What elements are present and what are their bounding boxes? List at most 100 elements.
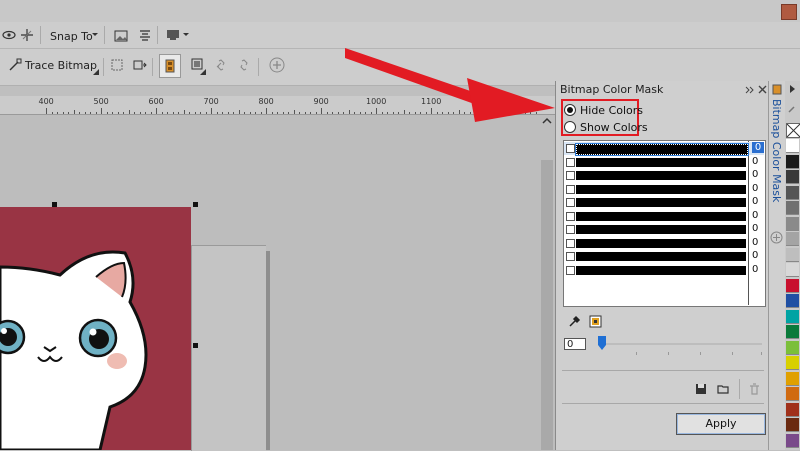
color-row-checkbox[interactable] — [566, 252, 575, 261]
ruler-tick — [321, 108, 322, 114]
color-row[interactable]: 0 — [564, 196, 764, 209]
color-swatch-bar[interactable] — [576, 198, 746, 207]
color-swatch-bar[interactable] — [576, 225, 746, 234]
hide-colors-radio[interactable] — [564, 104, 576, 116]
color-row[interactable]: 0 — [564, 250, 764, 263]
palette-swatch[interactable] — [786, 294, 799, 308]
color-swatch-bar[interactable] — [576, 265, 746, 275]
open-mask-icon[interactable] — [717, 383, 729, 395]
color-row[interactable]: 0 — [564, 210, 764, 223]
link-icon[interactable] — [214, 58, 228, 72]
color-row[interactable]: 0 — [564, 223, 764, 236]
dropdown-corner-icon[interactable] — [93, 69, 99, 75]
dynamic-guides-icon[interactable] — [20, 28, 34, 42]
color-swatch-bar[interactable] — [576, 252, 746, 261]
color-row[interactable]: 0 — [564, 142, 764, 156]
selection-handle[interactable] — [193, 343, 198, 348]
chevron-down-icon[interactable] — [91, 31, 99, 39]
palette-swatch[interactable] — [786, 278, 799, 293]
close-icon[interactable] — [758, 85, 767, 94]
palette-swatch[interactable] — [786, 139, 799, 153]
image-icon[interactable] — [114, 29, 128, 43]
color-row[interactable]: 0 — [564, 237, 764, 250]
color-row[interactable]: 0 — [564, 169, 764, 182]
color-swatch-bar[interactable] — [575, 143, 749, 156]
save-mask-icon[interactable] — [695, 383, 707, 395]
color-row-checkbox[interactable] — [566, 144, 575, 153]
color-row[interactable]: 0 — [564, 156, 764, 169]
palette-swatch[interactable] — [786, 309, 799, 324]
dropdown-corner-icon[interactable] — [200, 69, 206, 75]
bitmap-color-mask-button[interactable] — [159, 54, 181, 78]
palette-swatch[interactable] — [786, 170, 799, 184]
eyedropper-icon[interactable] — [568, 315, 581, 328]
show-colors-radio[interactable] — [564, 121, 576, 133]
palette-swatch[interactable] — [786, 402, 799, 417]
add-icon[interactable] — [269, 57, 285, 73]
separator — [157, 26, 158, 44]
color-row-checkbox[interactable] — [566, 171, 575, 180]
ruler-tick — [95, 112, 97, 114]
delete-icon[interactable] — [749, 383, 760, 395]
slider-tick — [700, 352, 701, 355]
tolerance-slider-track[interactable] — [602, 343, 762, 345]
color-row-checkbox[interactable] — [566, 157, 575, 167]
chevron-down-icon[interactable] — [182, 31, 190, 39]
color-row-checkbox[interactable] — [566, 211, 575, 221]
palette-swatch[interactable] — [786, 247, 799, 262]
vertical-scrollbar[interactable] — [541, 160, 553, 450]
slider-tick — [732, 352, 733, 355]
color-swatch-bar[interactable] — [576, 184, 746, 194]
palette-swatch[interactable] — [786, 325, 799, 339]
options-icon[interactable] — [166, 28, 180, 42]
ruler-tick — [299, 112, 300, 114]
hide-colors-option[interactable]: Hide Colors — [564, 102, 643, 118]
palette-swatch[interactable] — [786, 263, 799, 277]
resample-icon[interactable] — [133, 58, 147, 72]
color-row-checkbox[interactable] — [566, 184, 575, 194]
color-swatch-bar[interactable] — [576, 211, 746, 221]
selection-handle[interactable] — [193, 202, 198, 207]
palette-scroll-right-icon[interactable] — [788, 85, 797, 93]
palette-swatch[interactable] — [786, 232, 799, 246]
color-swatch-bar[interactable] — [576, 238, 746, 248]
unlink-icon[interactable] — [237, 58, 251, 72]
color-swatch-bar[interactable] — [576, 171, 746, 180]
apply-button[interactable]: Apply — [676, 413, 766, 435]
user-avatar[interactable] — [781, 4, 797, 20]
trace-bitmap-button[interactable]: Trace Bitmap — [25, 59, 97, 73]
crop-bitmap-icon[interactable] — [110, 58, 124, 72]
color-row-checkbox[interactable] — [566, 225, 575, 234]
palette-swatch[interactable] — [786, 371, 799, 386]
tolerance-input[interactable]: 0 — [564, 338, 586, 350]
color-swatch-bar[interactable] — [576, 157, 746, 167]
edit-color-icon[interactable] — [589, 315, 602, 328]
expand-icon[interactable] — [745, 85, 755, 95]
eye-icon[interactable] — [2, 28, 16, 42]
snap-to-dropdown[interactable]: Snap To — [50, 30, 93, 44]
show-colors-option[interactable]: Show Colors — [564, 119, 648, 135]
add-docker-icon[interactable] — [770, 231, 783, 244]
eyedropper-icon[interactable] — [787, 103, 798, 114]
palette-swatch[interactable] — [786, 154, 799, 169]
palette-swatch[interactable] — [786, 356, 799, 370]
color-row-checkbox[interactable] — [566, 265, 575, 275]
palette-swatch[interactable] — [786, 433, 799, 448]
color-row[interactable]: 0 — [564, 183, 764, 196]
no-color-swatch[interactable] — [786, 123, 800, 138]
tolerance-slider-thumb[interactable] — [598, 336, 606, 350]
palette-swatch[interactable] — [786, 201, 799, 215]
palette-swatch[interactable] — [786, 340, 799, 355]
palette-swatch[interactable] — [786, 185, 799, 200]
palette-swatch[interactable] — [786, 418, 799, 432]
docker-side-tab[interactable]: Bitmap Color Mask — [768, 81, 785, 450]
color-mask-list[interactable]: 0 0 0 0 0 0 0 0 0 0 — [563, 140, 766, 307]
color-row[interactable]: 0 — [564, 264, 764, 277]
color-row-checkbox[interactable] — [566, 198, 575, 207]
palette-swatch[interactable] — [786, 387, 799, 401]
palette-swatch[interactable] — [786, 216, 799, 231]
cat-bitmap[interactable] — [0, 207, 191, 450]
selection-handle[interactable] — [52, 202, 57, 207]
align-icon[interactable] — [138, 29, 152, 43]
color-row-checkbox[interactable] — [566, 238, 575, 248]
